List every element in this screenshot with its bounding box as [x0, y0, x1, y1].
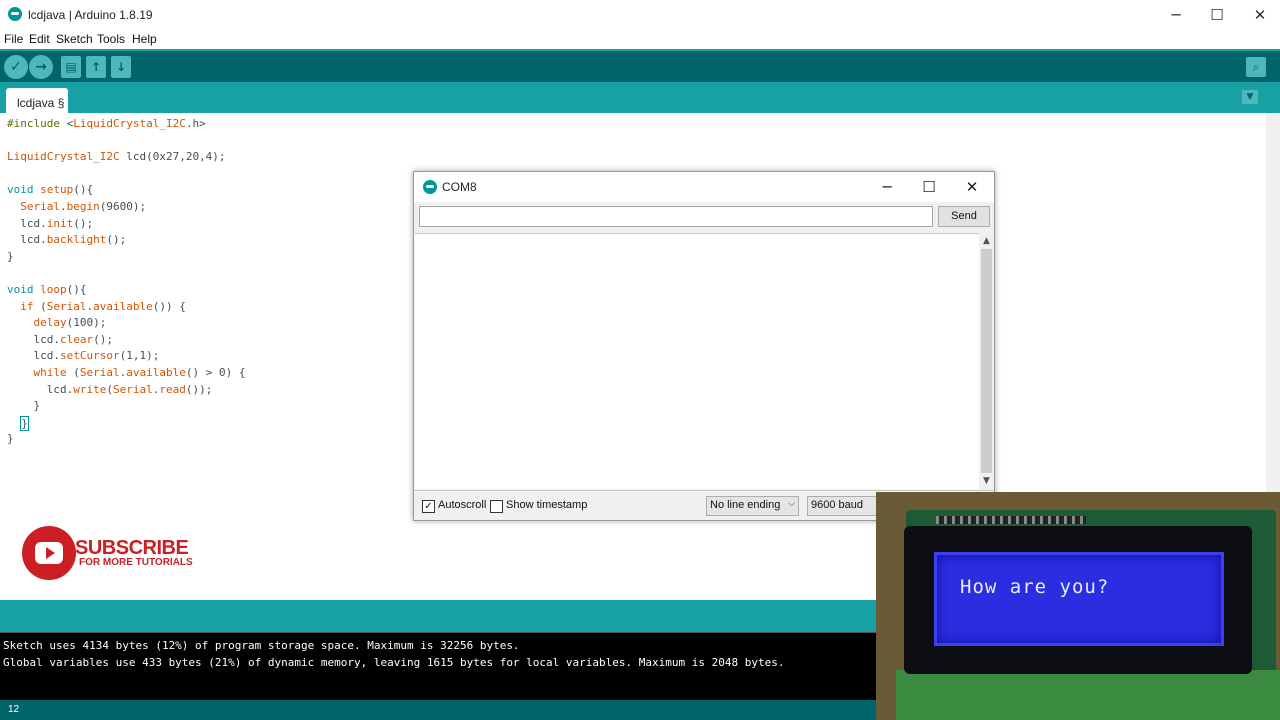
serial-monitor-icon[interactable]: ⌕ — [1246, 57, 1266, 77]
youtube-logo-icon — [22, 526, 76, 580]
lcd-display-text: How are you? — [960, 576, 1110, 598]
save-icon[interactable]: ↓ — [111, 56, 131, 78]
maximize-icon[interactable]: ☐ — [914, 176, 944, 198]
menu-edit[interactable]: Edit — [29, 32, 50, 46]
open-icon[interactable]: ↑ — [86, 56, 106, 78]
code-area[interactable]: #include <LiquidCrystal_I2C.h> LiquidCry… — [7, 117, 245, 449]
scroll-thumb[interactable] — [981, 249, 992, 473]
code-line: while (Serial.available() > 0) { — [33, 365, 246, 379]
verify-icon[interactable]: ✓ — [4, 55, 28, 79]
baud-select[interactable]: 9600 baud — [807, 496, 877, 516]
minimize-icon[interactable]: ─ — [1159, 4, 1193, 26]
line-ending-value: No line ending — [710, 499, 781, 511]
code-line: lcd.clear(); — [7, 332, 113, 346]
play-icon — [35, 542, 63, 564]
title-bar: lcdjava | Arduino 1.8.19 ─ ☐ ✕ — [0, 0, 1280, 30]
maximize-icon[interactable]: ☐ — [1200, 4, 1234, 26]
code-line: lcd.init(); — [7, 216, 94, 230]
serial-input[interactable] — [419, 206, 933, 227]
menu-help[interactable]: Help — [132, 32, 157, 46]
menu-sketch[interactable]: Sketch — [56, 32, 93, 46]
baud-value: 9600 baud — [811, 499, 863, 511]
scroll-up-icon[interactable]: ▲ — [979, 234, 994, 248]
serial-monitor-title: COM8 — [442, 180, 477, 194]
arduino-logo-icon — [423, 180, 437, 194]
code-line: } — [20, 415, 29, 431]
autoscroll-label: Autoscroll — [438, 499, 487, 511]
code-line: delay(100); — [33, 316, 107, 330]
lcd-webcam-photo: How are you? — [876, 492, 1280, 720]
code-line: void loop(){ — [7, 282, 87, 296]
toolbar: ✓ → ▤ ↑ ↓ ⌕ — [0, 49, 1280, 82]
chevron-down-icon: ⌵ — [788, 499, 795, 509]
code-line: lcd.setCursor(1,1); — [7, 349, 160, 363]
tab-bar: lcdjava § ▼ — [0, 82, 1280, 113]
timestamp-checkbox[interactable] — [490, 500, 503, 513]
code-line: lcd.write(Serial.read()); — [7, 382, 213, 396]
line-ending-select[interactable]: No line ending ⌵ — [706, 496, 799, 516]
code-line: Serial.begin(9600); — [20, 199, 147, 213]
code-line: if (Serial.available()) { — [20, 299, 186, 313]
menu-tools[interactable]: Tools — [97, 32, 125, 46]
code-line: lcd.backlight(); — [7, 233, 127, 247]
close-icon[interactable]: ✕ — [1243, 4, 1277, 26]
minimize-icon[interactable]: ─ — [872, 176, 902, 198]
line-number: 12 — [8, 704, 20, 715]
console-line: Global variables use 433 bytes (21%) of … — [3, 656, 785, 669]
tab-lcdjava[interactable]: lcdjava § — [6, 88, 68, 113]
lcd-pin-header — [936, 516, 1086, 524]
close-icon[interactable]: ✕ — [957, 176, 987, 198]
autoscroll-checkbox[interactable]: ✓ — [422, 500, 435, 513]
breadboard — [896, 670, 1280, 720]
tab-menu-icon[interactable]: ▼ — [1242, 90, 1258, 104]
code-line: } — [7, 249, 14, 263]
serial-scrollbar[interactable]: ▲ ▼ — [979, 233, 994, 489]
subscribe-subtext: FOR MORE TUTORIALS — [79, 557, 193, 568]
code-line: LiquidCrystal_I2C lcd(0x27,20,4); — [7, 150, 226, 164]
code-line: } — [7, 432, 14, 446]
code-line: } — [7, 399, 41, 413]
arduino-logo-icon — [8, 7, 22, 21]
code-line: void setup(){ — [7, 183, 94, 197]
console-line: Sketch uses 4134 bytes (12%) of program … — [3, 639, 520, 652]
new-icon[interactable]: ▤ — [61, 56, 81, 78]
window-title: lcdjava | Arduino 1.8.19 — [28, 8, 153, 22]
menu-bar: File Edit Sketch Tools Help — [0, 30, 1280, 49]
lcd-screen — [934, 552, 1224, 646]
code-line: #include <LiquidCrystal_I2C.h> — [7, 117, 206, 130]
upload-icon[interactable]: → — [29, 55, 53, 79]
serial-output — [415, 233, 980, 489]
serial-monitor-window: COM8 ─ ☐ ✕ Send ▲ ▼ ✓ Autoscroll Show ti… — [413, 171, 995, 521]
scroll-down-icon[interactable]: ▼ — [979, 474, 994, 488]
menu-file[interactable]: File — [4, 32, 23, 46]
serial-monitor-titlebar: COM8 ─ ☐ ✕ — [414, 172, 994, 202]
send-button[interactable]: Send — [938, 206, 990, 227]
timestamp-label: Show timestamp — [506, 499, 588, 511]
